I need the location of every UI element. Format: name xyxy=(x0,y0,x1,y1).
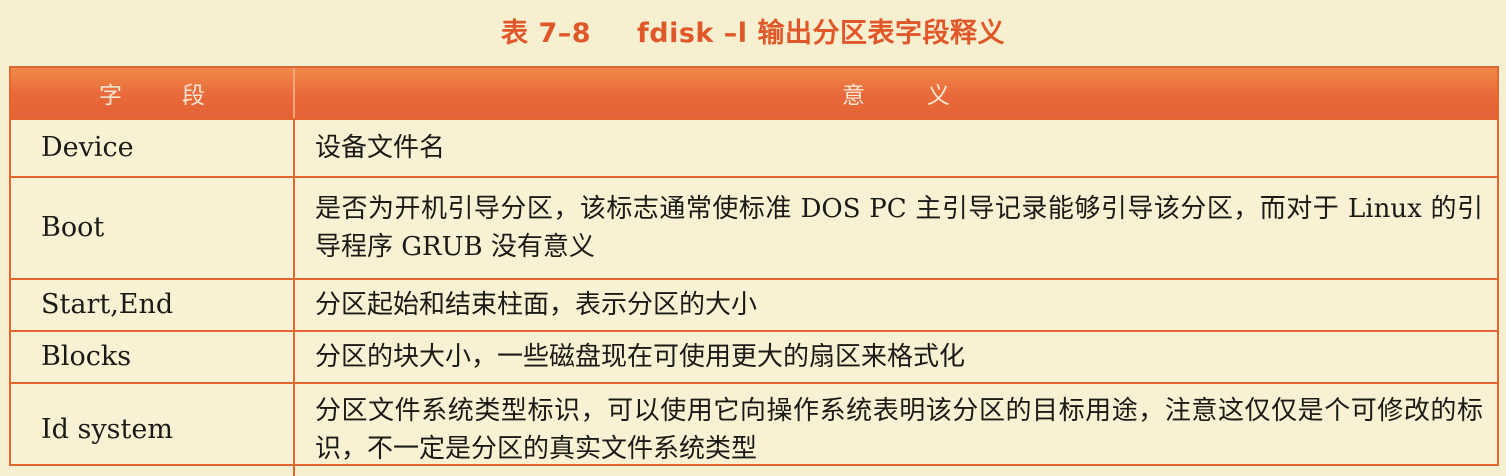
field-cell: Start,End xyxy=(11,279,295,332)
meaning-cell: 设备文件名 xyxy=(294,119,1497,178)
table-row: Boot 是否为开机引导分区，该标志通常使标准 DOS PC 主引导记录能够引导… xyxy=(11,177,1497,280)
meaning-cell: 是否为开机引导分区，该标志通常使标准 DOS PC 主引导记录能够引导该分区，而… xyxy=(294,177,1497,280)
table-row: Device 设备文件名 xyxy=(11,119,1497,178)
table-row: Id system 分区文件系统类型标识，可以使用它向操作系统表明该分区的目标用… xyxy=(11,383,1497,476)
table-row: Blocks 分区的块大小，一些磁盘现在可使用更大的扇区来格式化 xyxy=(11,331,1497,384)
column-header-meaning: 意义 xyxy=(294,68,1497,120)
table-number: 表 7–8 xyxy=(501,17,592,49)
table-header-row: 字段 意义 xyxy=(11,68,1497,120)
field-cell: Blocks xyxy=(11,331,295,384)
field-cell: Device xyxy=(11,119,295,178)
table-caption: 表 7–8 fdisk –l 输出分区表字段释义 xyxy=(0,6,1506,54)
meaning-cell: 分区文件系统类型标识，可以使用它向操作系统表明该分区的目标用途，注意这仅仅是个可… xyxy=(315,396,1483,464)
meaning-cell: 分区的块大小，一些磁盘现在可使用更大的扇区来格式化 xyxy=(294,331,1497,384)
field-table: 字段 意义 Device 设备文件名 Boot 是否为开机引导分区，该标志通常使… xyxy=(9,66,1499,476)
meaning-cell: 分区起始和结束柱面，表示分区的大小 xyxy=(294,279,1497,332)
table-title: fdisk –l 输出分区表字段释义 xyxy=(637,17,1005,49)
column-header-field: 字段 xyxy=(11,68,295,120)
field-cell: Boot xyxy=(11,177,295,280)
field-cell: Id system xyxy=(11,383,295,476)
table-row: Start,End 分区起始和结束柱面，表示分区的大小 xyxy=(11,279,1497,332)
